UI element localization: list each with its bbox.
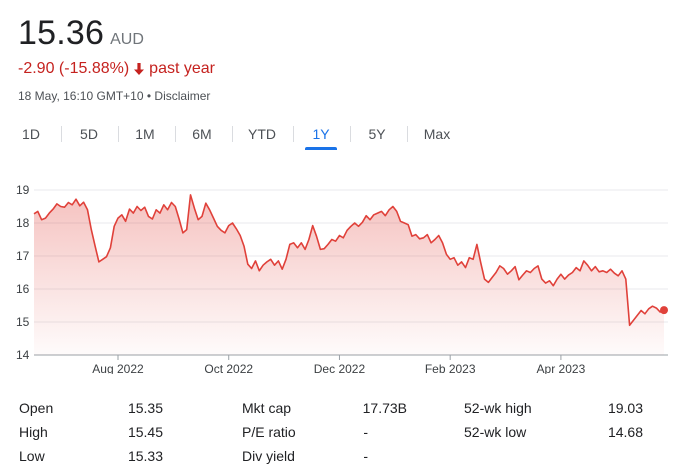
disclaimer-link[interactable]: Disclaimer xyxy=(154,89,210,103)
tab-1y[interactable]: 1Y xyxy=(303,122,339,150)
stat-label: Div yield xyxy=(242,448,295,464)
y-tick-label: 19 xyxy=(16,183,30,197)
chart-y-axis: 14 15 16 17 18 19 xyxy=(16,183,30,362)
stat-label: 52-wk low xyxy=(464,424,527,440)
change-period: past year xyxy=(149,60,215,77)
x-tick-label: Dec 2022 xyxy=(314,362,366,374)
price-chart[interactable]: 14 15 16 17 18 19 Aug 2022 Oct 2022 Dec 2022 Feb… xyxy=(0,178,679,374)
tab-5y[interactable]: 5Y xyxy=(360,122,394,150)
tab-1m[interactable]: 1M xyxy=(128,122,162,150)
tab-1d[interactable]: 1D xyxy=(14,122,48,150)
current-price-dot xyxy=(660,306,668,315)
stat-value: 15.35 xyxy=(127,400,163,416)
stat-value: - xyxy=(363,448,368,464)
y-tick-label: 14 xyxy=(16,348,30,362)
tab-divider xyxy=(350,126,351,142)
stats-row-2: High 15.45 P/E ratio - 52-wk low 14.68 xyxy=(0,424,679,448)
chart-x-axis: Aug 2022 Oct 2022 Dec 2022 Feb 2023 Apr 2023 xyxy=(92,355,586,374)
x-tick-label: Feb 2023 xyxy=(425,362,476,374)
tab-6m[interactable]: 6M xyxy=(185,122,219,150)
x-tick-label: Aug 2022 xyxy=(92,362,144,374)
quote-timestamp: 18 May, 16:10 GMT+10 xyxy=(18,89,144,103)
stat-value: 19.03 xyxy=(607,400,643,416)
stat-value: - xyxy=(363,424,368,440)
tab-5d[interactable]: 5D xyxy=(72,122,106,150)
stat-value: 15.45 xyxy=(127,424,163,440)
y-tick-label: 18 xyxy=(16,216,30,230)
change-row: -2.90 (-15.88%) past year xyxy=(18,60,215,78)
price-row: 15.36 AUD xyxy=(18,14,144,53)
stat-label: Low xyxy=(19,448,45,464)
tab-divider xyxy=(293,126,294,142)
stats-row-1: Open 15.35 Mkt cap 17.73B 52-wk high 19.… xyxy=(0,400,679,424)
range-tabs: 1D 5D 1M 6M YTD 1Y 5Y Max xyxy=(0,122,679,154)
tab-divider xyxy=(407,126,408,142)
tab-divider xyxy=(175,126,176,142)
stat-label: P/E ratio xyxy=(242,424,296,440)
tab-divider xyxy=(232,126,233,142)
stat-value: 15.33 xyxy=(127,448,163,464)
stats-row-3: Low 15.33 Div yield - xyxy=(0,448,679,472)
stat-label: Open xyxy=(19,400,54,416)
x-tick-label: Apr 2023 xyxy=(537,362,586,374)
current-price: 15.36 xyxy=(18,14,105,52)
stat-label: High xyxy=(19,424,48,440)
tab-divider xyxy=(61,126,62,142)
stat-label: Mkt cap xyxy=(242,400,292,416)
y-tick-label: 16 xyxy=(16,282,30,296)
arrow-down-icon xyxy=(134,63,145,75)
stat-value: 17.73B xyxy=(362,400,407,416)
quote-meta: 18 May, 16:10 GMT+10 • Disclaimer xyxy=(18,89,210,103)
stat-value: 14.68 xyxy=(607,424,643,440)
y-tick-label: 17 xyxy=(16,249,30,263)
tab-ytd[interactable]: YTD xyxy=(242,122,282,150)
tab-divider xyxy=(118,126,119,142)
y-tick-label: 15 xyxy=(16,315,30,329)
meta-separator: • xyxy=(146,89,152,103)
price-change: -2.90 (-15.88%) xyxy=(18,60,130,77)
stat-label: 52-wk high xyxy=(464,400,532,416)
currency-label: AUD xyxy=(110,31,144,48)
tab-max[interactable]: Max xyxy=(418,122,456,150)
x-tick-label: Oct 2022 xyxy=(204,362,253,374)
